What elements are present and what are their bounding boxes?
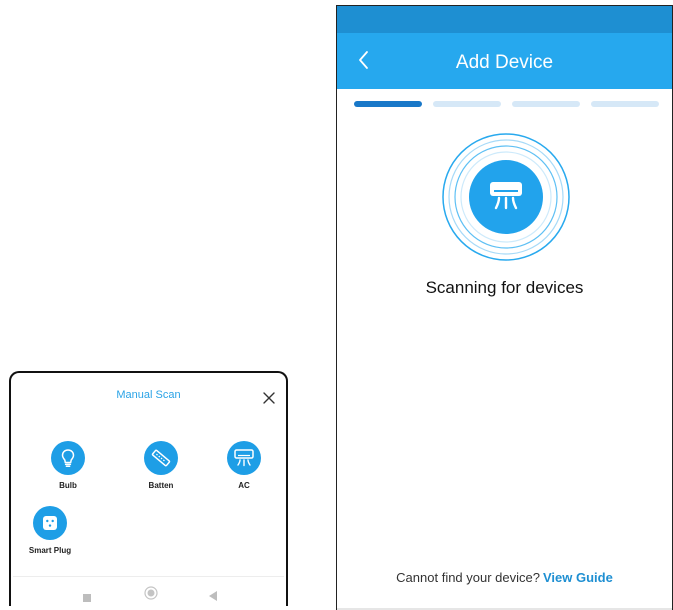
system-navigation-bar <box>11 583 286 603</box>
manual-scan-title: Manual Scan <box>116 389 181 401</box>
device-ac-button[interactable]: AC <box>204 441 284 490</box>
divider <box>13 576 284 577</box>
progress-step-4 <box>591 101 659 107</box>
device-bulb-button[interactable]: Bulb <box>28 441 108 490</box>
device-smart-plug-label: Smart Plug <box>28 546 72 555</box>
help-hint-text: Cannot find your device? <box>396 570 540 585</box>
device-ac-label: AC <box>238 481 250 490</box>
manual-scan-sheet: Manual Scan Bulb Batten AC Smart Plug <box>9 371 288 606</box>
progress-step-1 <box>354 101 422 107</box>
ac-icon <box>227 441 261 475</box>
status-bar <box>337 6 672 33</box>
bulb-icon <box>51 441 85 475</box>
scanning-animation <box>441 132 571 262</box>
view-guide-link[interactable]: View Guide <box>543 570 613 585</box>
batten-icon <box>144 441 178 475</box>
page-title: Add Device <box>455 52 554 73</box>
progress-step-3 <box>512 101 580 107</box>
close-icon[interactable] <box>260 389 278 407</box>
device-batten-label: Batten <box>148 481 174 490</box>
device-bulb-label: Bulb <box>59 481 77 490</box>
back-icon[interactable] <box>209 588 218 606</box>
add-device-screen: Add Device Scanning for devices Cannot f… <box>336 5 673 610</box>
home-icon[interactable] <box>144 586 158 605</box>
device-smart-plug-button[interactable]: Smart Plug <box>10 506 90 555</box>
device-batten-button[interactable]: Batten <box>121 441 201 490</box>
progress-step-2 <box>433 101 501 107</box>
help-hint: Cannot find your device? View Guide <box>337 570 672 585</box>
scanning-status-text: Scanning for devices <box>425 278 584 297</box>
app-header: Add Device <box>337 33 672 89</box>
smart-plug-icon <box>33 506 67 540</box>
recent-apps-icon[interactable] <box>83 589 91 607</box>
